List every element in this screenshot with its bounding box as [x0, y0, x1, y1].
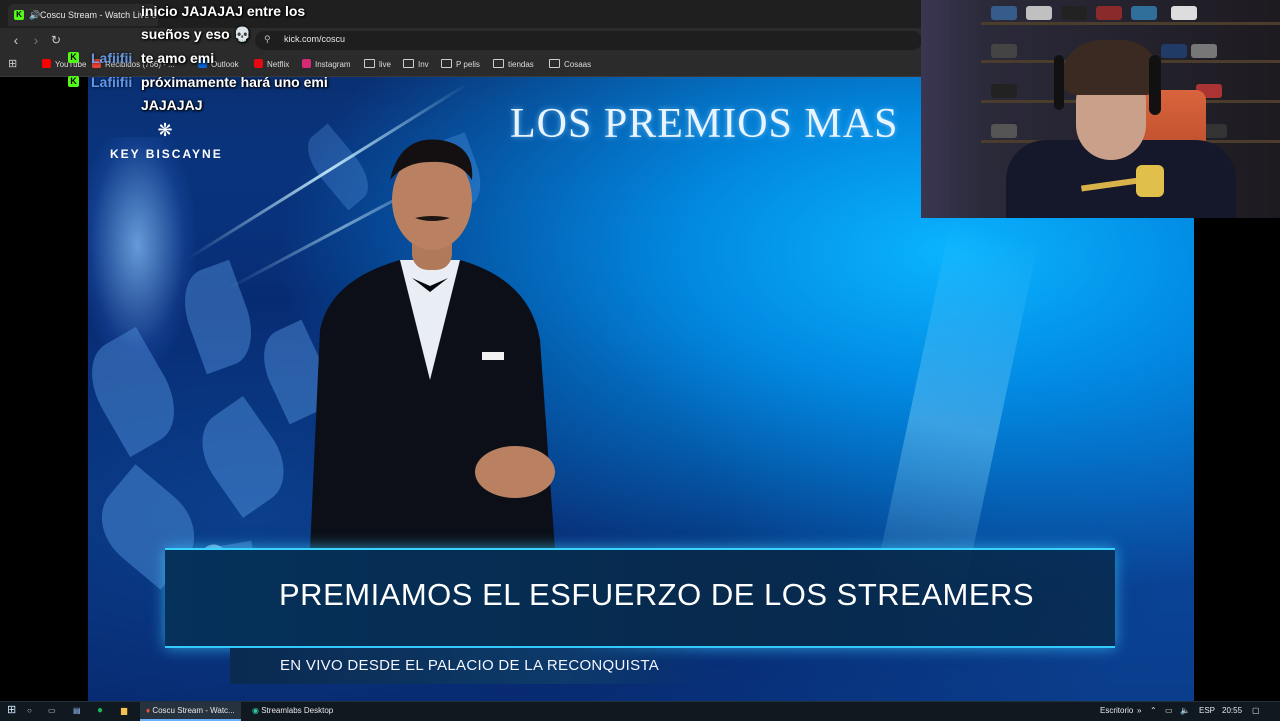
- leaf-decoration: [185, 395, 301, 519]
- chat-message: sueños y eso 💀: [141, 26, 252, 42]
- toy-car: [991, 84, 1017, 98]
- kick-badge-icon: K: [68, 52, 79, 63]
- bookmark-instagram[interactable]: Instagram: [302, 58, 351, 72]
- toy-car: [1061, 6, 1087, 20]
- bookmark-label: Inv: [418, 60, 429, 69]
- presenter-hands: [475, 446, 555, 498]
- language-indicator[interactable]: ESP: [1199, 703, 1215, 718]
- youtube-icon: [42, 59, 51, 68]
- spotify-icon[interactable]: ●: [97, 703, 103, 718]
- streamer-hair: [1061, 40, 1161, 95]
- file-explorer-icon[interactable]: ▆: [121, 703, 127, 718]
- toy-car: [1161, 44, 1187, 58]
- forward-icon[interactable]: ›: [26, 30, 46, 50]
- trophy-glow: [88, 137, 198, 377]
- explorer-window-icon[interactable]: ▤: [73, 703, 81, 718]
- taskbar-app-streamlabs[interactable]: ◉ Streamlabs Desktop: [246, 702, 339, 719]
- club-crest: [1136, 165, 1164, 197]
- brave-icon: ♦: [146, 706, 151, 715]
- tray-overflow-icon[interactable]: ⌃: [1150, 703, 1157, 718]
- bookmark-cosaas[interactable]: Cosaas: [549, 58, 591, 72]
- banner-subtitle: EN VIVO DESDE EL PALACIO DE LA RECONQUIS…: [280, 657, 660, 674]
- bookmark-label: tiendas: [508, 60, 534, 69]
- bookmark-label: Outlook: [211, 60, 239, 69]
- presenter-figure: [310, 139, 555, 550]
- headphones-cup: [1149, 55, 1161, 115]
- toy-car: [1171, 6, 1197, 20]
- site-info-icon[interactable]: ⚲: [264, 34, 271, 45]
- kick-badge-icon: K: [68, 76, 79, 87]
- notifications-icon[interactable]: ▢: [1252, 703, 1260, 718]
- streamlabs-icon: ◉: [252, 706, 259, 715]
- toy-car: [991, 6, 1017, 20]
- chat-message: te amo emi: [141, 50, 215, 66]
- browser-tab[interactable]: K 🔊 Coscu Stream - Watch Live o: [8, 4, 158, 26]
- bookmark-youtube[interactable]: YouTube: [42, 58, 86, 72]
- windows-start-icon[interactable]: ⊞: [7, 703, 16, 718]
- bookmark-label: live: [379, 60, 392, 69]
- banner-title: PREMIAMOS EL ESFUERZO DE LOS STREAMERS: [279, 577, 1035, 612]
- toy-car: [991, 124, 1017, 138]
- taskbar-app-label: Streamlabs Desktop: [261, 706, 334, 715]
- bookmark-label: Cosaas: [564, 60, 592, 69]
- url-text: kick.com/coscu: [284, 34, 346, 44]
- shelf: [981, 22, 1280, 25]
- headphones-icon: [1054, 55, 1064, 110]
- speaker-icon: 🔊: [29, 10, 41, 20]
- bookmark-label: P pelis: [456, 60, 480, 69]
- kick-icon: K: [14, 10, 24, 20]
- toolbar-expand-icon[interactable]: »: [1137, 703, 1141, 718]
- bookmark-label: Instagram: [315, 60, 351, 69]
- bookmark-netflix[interactable]: Netflix: [254, 58, 289, 72]
- bookmark-tiendas[interactable]: tiendas: [493, 58, 534, 72]
- reload-icon[interactable]: ↻: [46, 30, 66, 50]
- task-view-icon[interactable]: ▭: [48, 703, 56, 718]
- bookmark-inv[interactable]: Inv: [403, 58, 429, 72]
- taskbar-app-browser[interactable]: ♦ Coscu Stream - Watc...: [140, 702, 241, 721]
- network-icon[interactable]: ▭: [1165, 703, 1173, 718]
- toy-car: [1096, 6, 1122, 20]
- folder-icon: [403, 59, 414, 68]
- chat-message: JAJAJAJ: [141, 97, 203, 113]
- tab-title: Coscu Stream - Watch Live o: [40, 10, 157, 20]
- apps-grid-icon[interactable]: ⊞: [8, 58, 20, 70]
- back-icon[interactable]: ‹: [6, 30, 26, 50]
- address-bar[interactable]: ⚲ kick.com/coscu: [255, 31, 922, 50]
- taskbar-app-label: Coscu Stream - Watc...: [152, 706, 235, 715]
- bookmark-live[interactable]: live: [364, 58, 391, 72]
- toy-car: [991, 44, 1017, 58]
- webcam-overlay: [921, 0, 1280, 218]
- key-biscayne-logo-icon: ❋: [157, 120, 173, 140]
- toy-car: [1026, 6, 1052, 20]
- chat-message: inicio JAJAJAJ entre los: [141, 3, 306, 19]
- brand-text: KEY BISCAYNE: [110, 147, 223, 161]
- chat-message: próximamente hará uno emi: [141, 74, 328, 90]
- netflix-icon: [254, 59, 263, 68]
- folder-icon: [493, 59, 504, 68]
- bookmark-label: Netflix: [267, 60, 290, 69]
- pocket-square: [482, 352, 504, 360]
- clock[interactable]: 20:55: [1222, 703, 1242, 718]
- chat-username: Lafiifii: [91, 74, 133, 90]
- toy-car: [1191, 44, 1217, 58]
- volume-icon[interactable]: 🔈: [1180, 703, 1190, 718]
- chat-username: Lafiifii: [91, 50, 133, 66]
- folder-icon: [441, 59, 452, 68]
- bookmark-p[interactable]: P pelis: [441, 58, 480, 72]
- desktop-toolbar-label[interactable]: Escritorio: [1100, 703, 1133, 718]
- instagram-icon: [302, 59, 311, 68]
- toy-car: [1131, 6, 1157, 20]
- folder-icon: [364, 59, 375, 68]
- search-icon[interactable]: ○: [27, 703, 32, 718]
- folder-icon: [549, 59, 560, 68]
